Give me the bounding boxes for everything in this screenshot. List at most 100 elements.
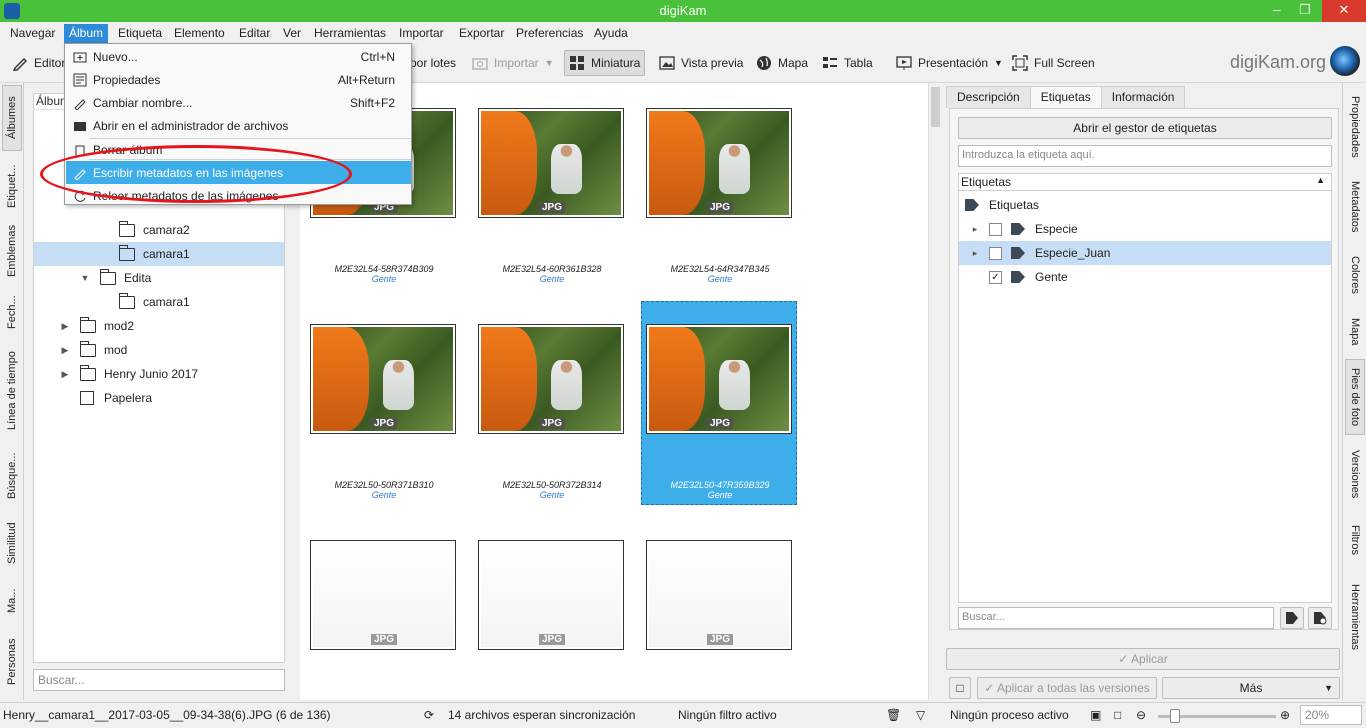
maximize-button[interactable]: ❐ [1290, 0, 1320, 22]
menu-elemento[interactable]: Elemento [169, 24, 230, 43]
menu-item-nuevo[interactable]: Nuevo... Ctrl+N [66, 45, 411, 68]
menu-herramientas[interactable]: Herramientas [309, 24, 391, 43]
sort-arrow-icon[interactable]: ▲ [1316, 175, 1325, 185]
tab-descripcion[interactable]: Descripción [946, 86, 1031, 108]
thumbnail-item-selected[interactable]: JPG M2E32L50-47R359B329 Gente [641, 301, 797, 505]
tab-albumes[interactable]: Álbumes [2, 85, 22, 151]
tag-settings-button[interactable] [1308, 607, 1332, 629]
filter-icon[interactable]: ▽ [916, 708, 925, 722]
menu-album[interactable]: Álbum [64, 24, 109, 43]
slideshow-dropdown-icon[interactable]: ▼ [994, 58, 1003, 68]
collapse-arrow-icon[interactable]: ▼ [78, 273, 92, 283]
thumbnail-item[interactable]: JPG [636, 535, 792, 700]
tab-mapa-right[interactable]: Mapa [1345, 307, 1365, 357]
tag-gente[interactable]: ✓ Gente [959, 265, 1331, 289]
tag-root[interactable]: Etiquetas [959, 193, 1331, 217]
zoom-fit-icon[interactable]: ▣ [1090, 708, 1101, 722]
tree-item-papelera[interactable]: Papelera [34, 386, 284, 410]
tag-especie[interactable]: ▸ Especie [959, 217, 1331, 241]
apply-all-versions-button[interactable]: ✓ Aplicar a todas las versiones [977, 677, 1157, 699]
tag-search-input[interactable]: Buscar... [958, 607, 1274, 629]
scrollbar-handle[interactable] [931, 87, 940, 127]
tree-item-camara1[interactable]: camara1 [34, 242, 284, 266]
import-button[interactable]: Importar ▼ [468, 50, 558, 76]
tab-filtros[interactable]: Filtros [1345, 513, 1365, 567]
tree-item-edita-camara1[interactable]: camara1 [34, 290, 284, 314]
expand-arrow-icon[interactable]: ▸ [967, 224, 983, 235]
version-toggle-button[interactable]: □ [949, 677, 971, 699]
thumbnail-item[interactable]: JPG [300, 535, 456, 700]
tab-versiones[interactable]: Versiones [1345, 439, 1365, 509]
thumbnail-filename: M2E32L54-58R374B309 [334, 264, 434, 274]
tab-metadatos[interactable]: Metadatos [1345, 171, 1365, 243]
menu-item-releer-metadatos[interactable]: Releer metadatos de las imágenes [66, 184, 411, 207]
tag-checkbox-checked[interactable]: ✓ [989, 270, 1002, 284]
tab-mapa[interactable]: Ma... [2, 579, 22, 623]
editor-button[interactable]: Editor [8, 50, 69, 76]
tag-checkbox[interactable] [989, 222, 1002, 236]
tree-item-edita[interactable]: ▼ Edita [34, 266, 284, 290]
tab-fechas[interactable]: Fech... [2, 287, 22, 337]
table-button[interactable]: Tabla [818, 50, 877, 76]
more-button[interactable]: Más ▼ [1162, 677, 1340, 699]
menu-item-cambiar-nombre[interactable]: Cambiar nombre... Shift+F2 [66, 91, 411, 114]
menu-item-abrir-administrador[interactable]: Abrir en el administrador de archivos [66, 114, 411, 137]
tree-item-camara2[interactable]: camara2 [34, 218, 284, 242]
tab-emblemas[interactable]: Emblemas [2, 219, 22, 283]
menu-preferencias[interactable]: Preferencias [511, 24, 588, 43]
tab-informacion[interactable]: Información [1100, 86, 1186, 108]
menu-importar[interactable]: Importar [394, 24, 449, 43]
tree-item-mod2[interactable]: ▶ mod2 [34, 314, 284, 338]
tree-item-mod[interactable]: ▶ mod [34, 338, 284, 362]
fullscreen-button[interactable]: Full Screen [1008, 50, 1099, 76]
zoom-reset-icon[interactable]: □ [1114, 708, 1121, 722]
close-button[interactable]: ✕ [1322, 0, 1366, 22]
add-tag-button[interactable] [1280, 607, 1304, 629]
preview-button[interactable]: Vista previa [655, 50, 747, 76]
tree-item-henry-junio[interactable]: ▶ Henry Junio 2017 [34, 362, 284, 386]
expand-arrow-icon[interactable]: ▶ [58, 345, 72, 356]
menu-etiqueta[interactable]: Etiqueta [113, 24, 167, 43]
thumbnail-item[interactable]: JPG [468, 535, 624, 700]
menu-item-borrar-album[interactable]: Borrar álbum [66, 140, 411, 159]
trash-icon [73, 143, 87, 157]
tab-busquedas[interactable]: Búsque... [2, 445, 22, 507]
apply-button[interactable]: ✓ Aplicar [946, 648, 1340, 670]
menu-item-propiedades[interactable]: Propiedades Alt+Return [66, 68, 411, 91]
batch-button[interactable]: por lotes [406, 50, 460, 76]
zoom-out-icon[interactable]: ⊖ [1136, 708, 1146, 722]
menu-ver[interactable]: Ver [278, 24, 306, 43]
zoom-slider-handle[interactable] [1170, 709, 1180, 723]
tag-entry-input[interactable]: Introduzca la etiqueta aquí. [958, 145, 1332, 167]
tab-etiquetas[interactable]: Etiquet... [2, 155, 22, 217]
expand-arrow-icon[interactable]: ▶ [58, 321, 72, 332]
minimize-button[interactable]: – [1262, 0, 1292, 22]
expand-arrow-icon[interactable]: ▶ [58, 369, 72, 380]
tag-especie-juan[interactable]: ▸ Especie_Juan [959, 241, 1331, 265]
menu-item-escribir-metadatos[interactable]: Escribir metadatos en las imágenes [66, 161, 411, 184]
tab-propiedades[interactable]: Propiedades [1345, 87, 1365, 167]
tab-colores[interactable]: Colores [1345, 247, 1365, 303]
tab-etiquetas[interactable]: Etiquetas [1029, 86, 1102, 108]
menu-editar[interactable]: Editar [234, 24, 275, 43]
map-button[interactable]: Mapa [752, 50, 812, 76]
menu-exportar[interactable]: Exportar [454, 24, 509, 43]
tab-linea-tiempo[interactable]: Línea de tiempo [2, 341, 22, 441]
thumbnail-scrollbar[interactable] [928, 83, 942, 700]
trash-icon[interactable]: 🗑 [886, 708, 901, 722]
tab-personas[interactable]: Personas [2, 627, 22, 697]
menu-ayuda[interactable]: Ayuda [589, 24, 633, 43]
import-dropdown-icon[interactable]: ▼ [545, 58, 554, 68]
menu-navegar[interactable]: Navegar [5, 24, 60, 43]
album-search-input[interactable]: Buscar... [33, 669, 285, 691]
expand-arrow-icon[interactable]: ▸ [967, 248, 983, 259]
open-tag-manager-button[interactable]: Abrir el gestor de etiquetas [958, 117, 1332, 139]
tab-pies-de-foto[interactable]: Pies de foto [1345, 359, 1365, 435]
tab-similitud[interactable]: Similitud [2, 511, 22, 575]
slideshow-button[interactable]: Presentación ▼ [892, 50, 1007, 76]
zoom-combo[interactable]: 20% [1300, 705, 1362, 725]
tab-herramientas[interactable]: Herramientas [1345, 571, 1365, 663]
tag-checkbox[interactable] [989, 246, 1002, 260]
thumbnail-view-button[interactable]: Miniatura [564, 50, 646, 76]
zoom-in-icon[interactable]: ⊕ [1280, 708, 1290, 722]
